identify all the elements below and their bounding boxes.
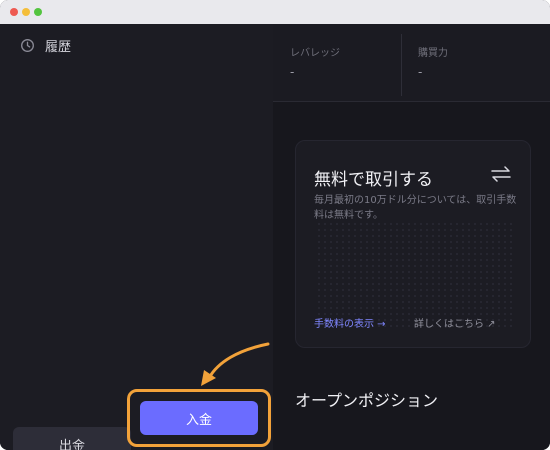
card-description: 毎月最初の10万ドル分については、取引手数料は無料です。 (314, 195, 517, 221)
leverage-value: - (290, 65, 295, 79)
history-clock-icon (21, 39, 34, 52)
main-panel: レバレッジ - 購買力 - 無料で取引する 毎月最初の10万ドル分については、取… (273, 24, 550, 450)
deposit-button[interactable]: 入金 (140, 401, 258, 435)
zoom-dot[interactable] (34, 8, 42, 16)
sidebar-item-label: 履歴 (45, 40, 72, 55)
free-trading-card: 無料で取引する 毎月最初の10万ドル分については、取引手数料は無料です。 手数料… (295, 140, 531, 348)
account-stats: レバレッジ - 購買力 - (273, 24, 550, 102)
swap-arrows-icon (491, 166, 511, 182)
buying-power-stat: 購買力 - (418, 44, 448, 79)
sidebar: 履歴 出金 (0, 24, 273, 450)
withdraw-button[interactable]: 出金 (13, 427, 131, 450)
card-title: 無料で取引する (314, 170, 433, 190)
buying-power-label: 購買力 (418, 48, 448, 59)
title-bar (0, 0, 550, 24)
buying-power-value: - (418, 65, 423, 79)
app-window: 履歴 出金 レバレッジ - 購買力 - 無料で取引する 毎月最初の10万ドル分に… (0, 0, 550, 450)
minimize-dot[interactable] (22, 8, 30, 16)
leverage-stat: レバレッジ - (290, 44, 340, 79)
learn-more-link[interactable]: 詳しくはこちら ↗ (414, 315, 496, 330)
open-positions-title: オープンポジション (295, 391, 439, 410)
fee-display-link[interactable]: 手数料の表示 → (314, 315, 386, 330)
leverage-label: レバレッジ (290, 48, 340, 59)
stat-divider (401, 34, 402, 96)
sidebar-item-history[interactable]: 履歴 (20, 36, 71, 55)
close-dot[interactable] (10, 8, 18, 16)
